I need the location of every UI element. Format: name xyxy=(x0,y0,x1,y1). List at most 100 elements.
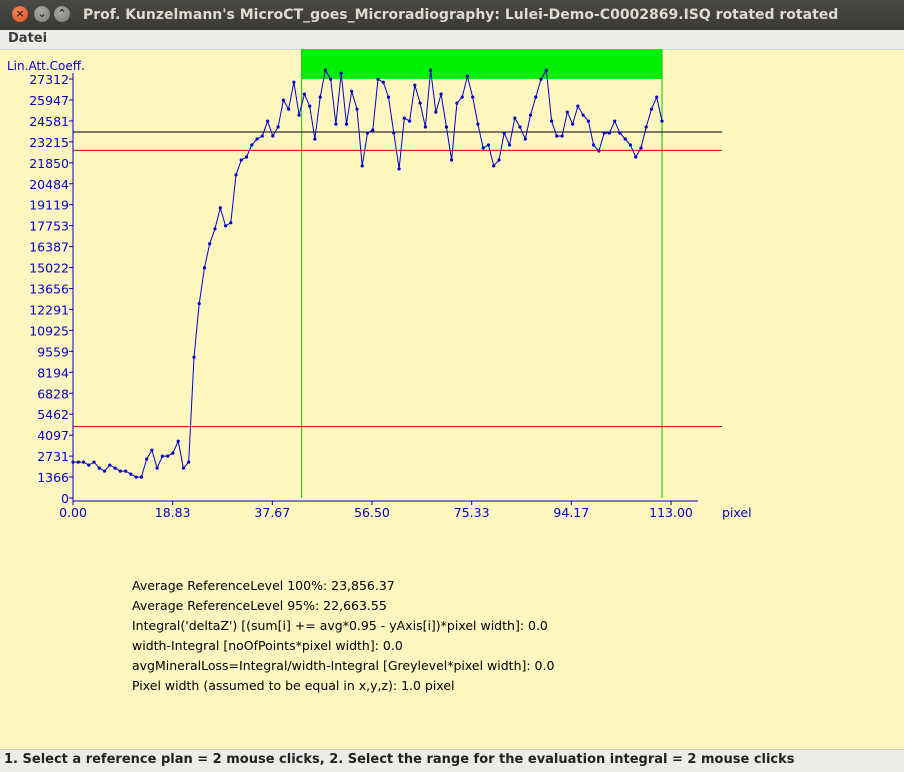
data-point xyxy=(81,460,86,464)
data-point xyxy=(644,125,648,129)
data-point xyxy=(623,137,627,141)
data-point xyxy=(555,134,559,138)
data-point xyxy=(450,158,454,162)
data-point xyxy=(355,107,359,111)
app-window: × ⌄ ⌃ Prof. Kunzelmann's MicroCT_goes_Mi… xyxy=(0,0,904,772)
y-tick-label: 2731 xyxy=(37,449,69,464)
x-tick-label: 113.00 xyxy=(649,505,693,520)
data-point xyxy=(176,439,180,443)
x-axis-label: pixel xyxy=(722,505,752,520)
data-point xyxy=(92,460,96,464)
y-tick-label: 23215 xyxy=(29,135,69,150)
data-point xyxy=(113,466,117,470)
data-point xyxy=(150,448,154,452)
data-point xyxy=(234,173,238,177)
data-point xyxy=(244,155,249,159)
data-point xyxy=(486,143,491,147)
data-point xyxy=(292,80,296,84)
y-tick-label: 4097 xyxy=(37,428,69,443)
data-point xyxy=(550,119,554,123)
data-point xyxy=(655,95,659,99)
data-point xyxy=(455,101,459,105)
y-tick-label: 15022 xyxy=(29,261,69,276)
data-point xyxy=(339,71,343,75)
data-point xyxy=(402,116,406,120)
data-point xyxy=(607,131,612,135)
data-point xyxy=(639,146,643,150)
data-point xyxy=(502,131,506,135)
data-point xyxy=(276,125,280,129)
data-point xyxy=(365,131,370,135)
series-line xyxy=(73,68,663,478)
data-point xyxy=(392,131,396,135)
y-tick-label: 8194 xyxy=(37,365,69,380)
data-point xyxy=(208,242,212,246)
data-point xyxy=(187,460,191,464)
data-point xyxy=(334,122,338,126)
data-point xyxy=(513,116,517,120)
data-point xyxy=(581,113,585,117)
x-tick-label: 56.50 xyxy=(354,505,390,520)
data-point xyxy=(544,68,548,72)
data-point xyxy=(350,89,354,93)
y-tick-label: 20484 xyxy=(29,177,69,192)
y-tick-label: 21850 xyxy=(29,156,69,171)
data-point xyxy=(439,92,443,96)
data-point xyxy=(318,95,322,99)
data-point xyxy=(381,80,385,84)
data-point xyxy=(586,119,591,123)
data-point xyxy=(397,167,401,171)
data-point xyxy=(418,101,422,105)
data-point xyxy=(597,149,601,153)
data-point xyxy=(281,98,285,102)
data-point xyxy=(492,164,496,168)
data-point xyxy=(202,266,207,270)
data-point xyxy=(592,143,596,147)
data-point xyxy=(565,110,569,114)
data-point xyxy=(287,107,291,111)
y-tick-label: 12291 xyxy=(29,302,69,317)
integration-range-bar[interactable] xyxy=(301,49,663,79)
data-point xyxy=(181,466,185,470)
data-point xyxy=(628,143,633,147)
data-point xyxy=(71,460,75,464)
info-pixel-width: Pixel width (assumed to be equal in x,y,… xyxy=(132,678,455,693)
data-point xyxy=(471,95,475,99)
data-point xyxy=(166,454,170,458)
data-point xyxy=(308,104,312,108)
x-tick-label: 18.83 xyxy=(155,505,191,520)
y-tick-label: 1366 xyxy=(37,470,69,485)
data-point xyxy=(460,95,464,99)
data-point xyxy=(465,74,469,78)
y-tick-label: 19119 xyxy=(29,198,69,213)
y-tick-label: 0 xyxy=(61,491,69,506)
data-point xyxy=(108,463,112,467)
y-tick-label: 16387 xyxy=(29,240,69,255)
y-tick-label: 27312 xyxy=(29,72,69,87)
data-point xyxy=(413,83,417,87)
info-integral: Integral('deltaZ') [(sum[i] += avg*0.95 … xyxy=(132,618,548,633)
y-tick-label: 24581 xyxy=(29,114,69,129)
info-width-integral: width-Integral [noOfPoints*pixel width]:… xyxy=(132,638,403,653)
data-point xyxy=(408,119,412,123)
data-point xyxy=(618,131,622,135)
data-point xyxy=(360,164,364,168)
data-point xyxy=(602,131,606,135)
data-point xyxy=(87,463,91,467)
data-point xyxy=(271,134,275,138)
data-point xyxy=(476,122,480,126)
data-point xyxy=(507,143,512,147)
x-tick-label: 0.00 xyxy=(59,505,87,520)
profile-chart[interactable]: 27312 25947 24581 23215 21850 20484 19119 17753… xyxy=(0,0,904,560)
data-point xyxy=(634,155,638,159)
status-bar: 1. Select a reference plan = 2 mouse cli… xyxy=(0,749,904,772)
data-point xyxy=(386,95,391,99)
data-point xyxy=(539,77,543,81)
data-point xyxy=(171,451,175,455)
data-point xyxy=(660,119,664,123)
data-point xyxy=(260,134,264,138)
info-ref-95: Average ReferenceLevel 95%: 22,663.55 xyxy=(132,598,387,613)
y-axis-label: Lin.Att.Coeff. xyxy=(7,59,85,73)
y-tick-label: 17753 xyxy=(29,219,69,234)
data-point xyxy=(155,466,159,470)
